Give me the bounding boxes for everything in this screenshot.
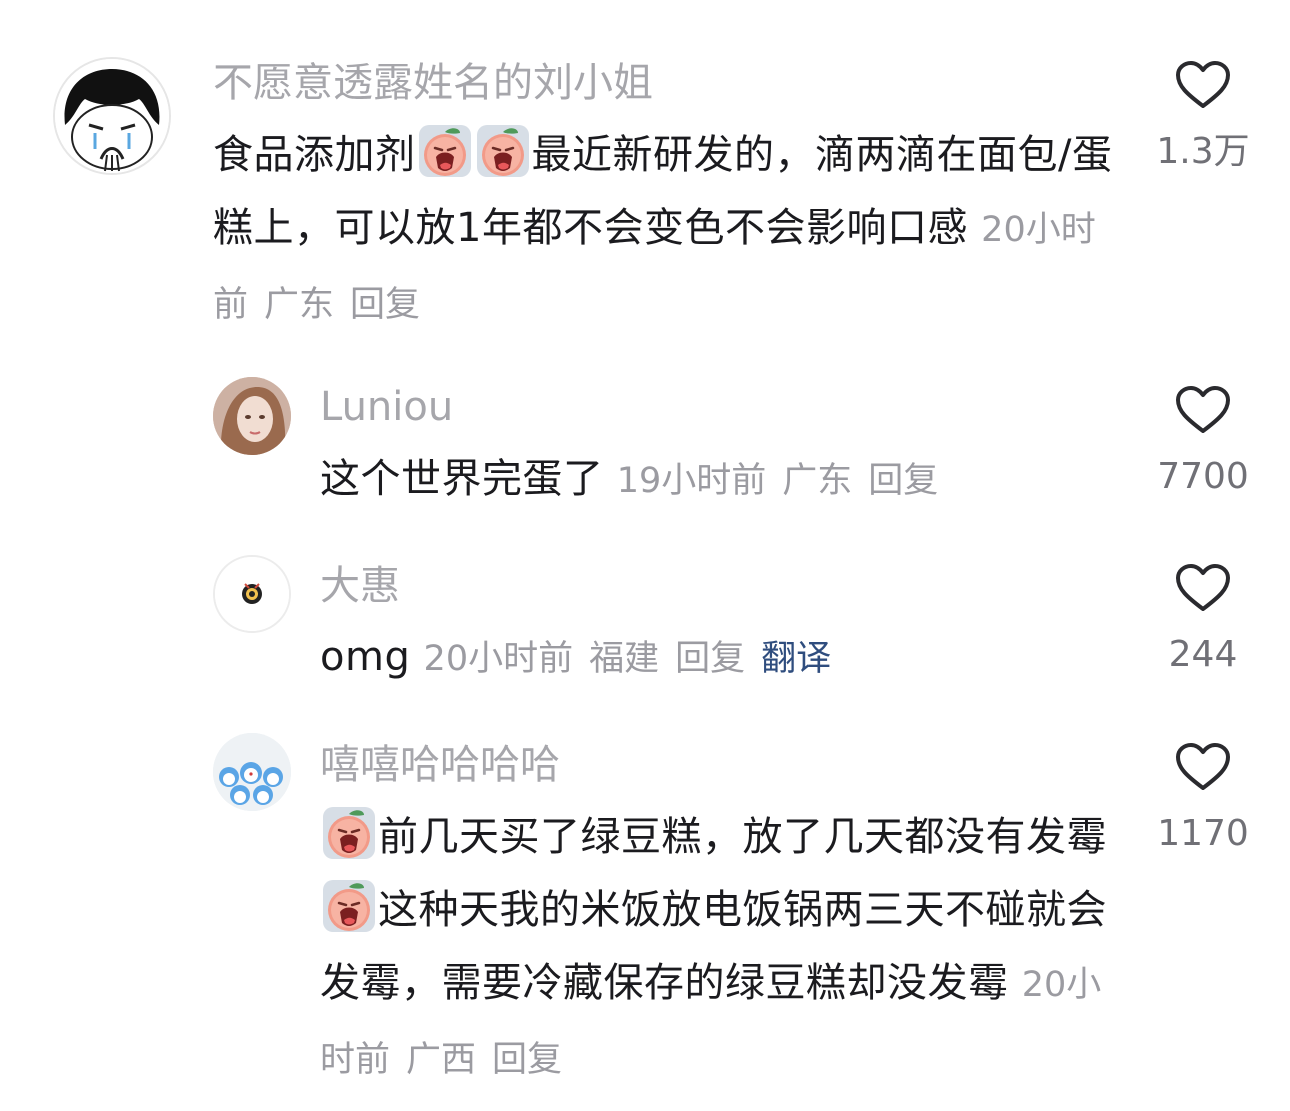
- comment-text: 食品添加剂 最近新研发的，滴两滴在面包/蛋糕上，可以放1年都不会变色不会影响口感 …: [213, 119, 1113, 342]
- crying-peach-emoji-icon: [322, 806, 376, 860]
- like-button[interactable]: 7700: [1143, 385, 1263, 499]
- location: 广东: [264, 285, 335, 325]
- avatar[interactable]: [213, 733, 291, 811]
- location: 福建: [589, 639, 660, 679]
- comment-text: 这个世界完蛋了 19小时前 广东 回复: [320, 443, 1120, 518]
- reply-button[interactable]: 回复: [492, 1040, 562, 1080]
- avatar[interactable]: [213, 377, 291, 455]
- avatar[interactable]: [213, 555, 291, 633]
- heart-outline-icon: [1175, 385, 1231, 435]
- comment-meta: 19小时前 广东 回复: [617, 461, 955, 501]
- location: 广东: [782, 461, 853, 501]
- meme-face-avatar-image: [55, 59, 169, 173]
- like-count: 1170: [1157, 813, 1249, 854]
- username[interactable]: 嘻嘻哈哈哈哈: [320, 740, 560, 790]
- crying-peach-emoji-icon: [476, 124, 530, 178]
- comment-meta: 20小时前 福建 回复 翻译: [424, 639, 832, 679]
- like-button[interactable]: 244: [1143, 563, 1263, 677]
- crying-peach-emoji-icon: [322, 879, 376, 933]
- like-button[interactable]: 1.3万: [1143, 60, 1263, 174]
- cartoon-group-avatar-image: [213, 733, 291, 811]
- username[interactable]: 不愿意透露姓名的刘小姐: [213, 58, 653, 108]
- username[interactable]: 大惠: [320, 561, 400, 611]
- reply-button[interactable]: 回复: [350, 285, 420, 325]
- heart-outline-icon: [1175, 563, 1231, 613]
- crying-peach-emoji-icon: [418, 124, 472, 178]
- heart-outline-icon: [1175, 742, 1231, 792]
- timestamp: 19小时前: [616, 461, 767, 501]
- comment-list: 不愿意透露姓名的刘小姐 食品添加剂 最近新研发的，滴两滴在面包/蛋糕上，可以放1年…: [0, 0, 1290, 1111]
- like-count: 244: [1168, 634, 1238, 675]
- username[interactable]: Luniou: [320, 382, 453, 432]
- translate-button[interactable]: 翻译: [761, 639, 831, 679]
- like-button[interactable]: 1170: [1143, 742, 1263, 856]
- timestamp: 20小时前: [423, 639, 574, 679]
- reply-button[interactable]: 回复: [868, 461, 938, 501]
- like-count: 7700: [1157, 456, 1249, 497]
- heart-outline-icon: [1175, 60, 1231, 110]
- comment-text: 前几天买了绿豆糕，放了几天都没有发霉这种天我的米饭放电饭锅两三天不碰就会发霉，需…: [320, 801, 1120, 1097]
- avatar[interactable]: [53, 57, 171, 175]
- like-count: 1.3万: [1156, 131, 1250, 172]
- small-icon-avatar-image: [215, 557, 289, 631]
- location: 广西: [406, 1040, 477, 1080]
- reply-button[interactable]: 回复: [675, 639, 745, 679]
- portrait-avatar-image: [213, 377, 291, 455]
- comment-text: omg 20小时前 福建 回复 翻译: [320, 634, 832, 680]
